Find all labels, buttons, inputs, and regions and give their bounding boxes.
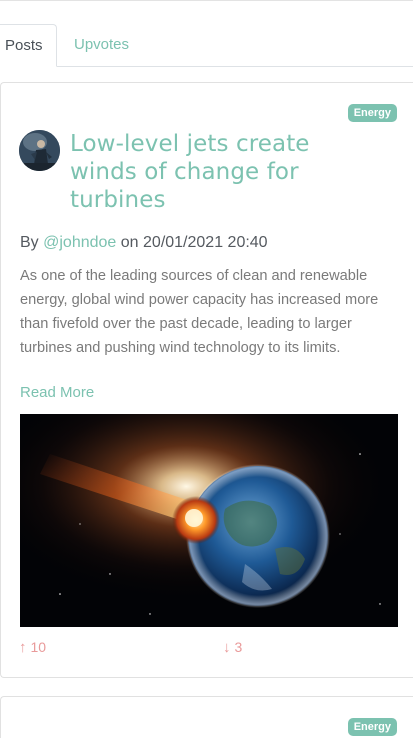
upvote-button[interactable]: ↑ 10	[19, 639, 46, 656]
tab-upvotes[interactable]: Upvotes	[74, 24, 129, 66]
byline-on: on	[120, 234, 139, 251]
category-badge[interactable]: Energy	[347, 718, 397, 736]
post-title[interactable]: Low-level jets create winds of change fo…	[70, 130, 370, 214]
top-divider	[0, 0, 413, 1]
page: Posts Upvotes Energy Low-level jets crea…	[0, 0, 413, 738]
post-date: 20/01/2021 20:40	[143, 234, 268, 251]
downvote-count: 3	[234, 639, 243, 655]
downvote-button[interactable]: ↓ 3	[223, 639, 242, 656]
post-byline: By @johndoe on 20/01/2021 20:40	[20, 234, 268, 252]
arrow-down-icon: ↓	[223, 639, 231, 656]
tab-posts[interactable]: Posts	[0, 24, 57, 67]
byline-prefix: By	[20, 234, 39, 251]
category-badge[interactable]: Energy	[347, 104, 397, 122]
post-image	[20, 414, 398, 627]
profile-tabs: Posts Upvotes	[0, 24, 413, 67]
post-excerpt: As one of the leading sources of clean a…	[20, 268, 379, 356]
author-link[interactable]: @johndoe	[43, 234, 116, 251]
arrow-up-icon: ↑	[19, 639, 27, 656]
post-card: Energy	[0, 696, 413, 738]
upvote-count: 10	[30, 639, 47, 655]
read-more-link[interactable]: Read More	[20, 384, 94, 401]
post-card: Energy Low-level jets create winds of ch…	[0, 82, 413, 678]
author-avatar[interactable]	[19, 130, 60, 171]
